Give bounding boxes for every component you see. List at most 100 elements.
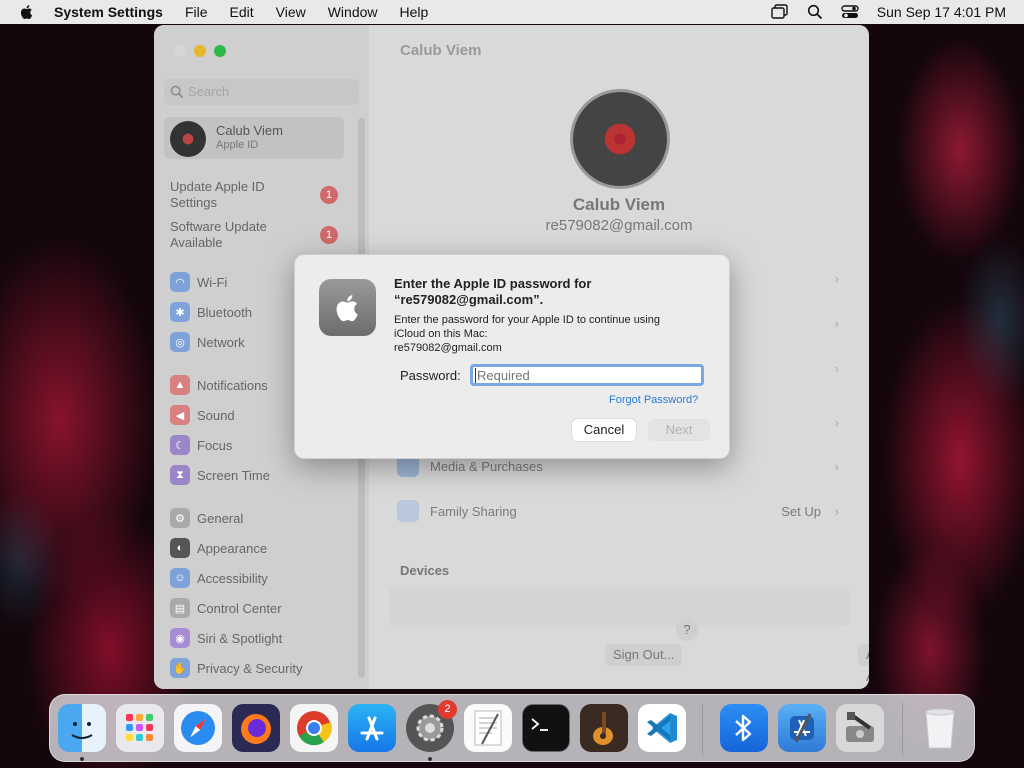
devices-heading: Devices (400, 563, 450, 578)
sidebar-item-general[interactable]: ⚙ General (170, 507, 243, 529)
search-input[interactable]: Search (164, 79, 359, 105)
running-indicator (428, 757, 432, 761)
profile-email: re579082@gmail.com (545, 217, 693, 234)
password-field[interactable] (470, 364, 704, 386)
apple-menu-icon[interactable] (18, 3, 36, 21)
sidebar-item-label: Bluetooth (197, 304, 252, 320)
hourglass-icon: ⧗ (170, 465, 190, 485)
sidebar-item-privacy-security[interactable]: ✋ Privacy & Security (170, 657, 302, 679)
sidebar-item-appearance[interactable]: ◐ Appearance (170, 537, 267, 559)
bluetooth-icon: ✱ (170, 302, 190, 322)
family-setup-label: Set Up (781, 503, 821, 519)
dialog-message-line: re579082@gmail.com (394, 342, 502, 354)
launchpad-icon[interactable] (116, 704, 164, 752)
sidebar-item-label: Sound (197, 407, 235, 423)
sidebar-item-label: Screen Time (197, 467, 270, 483)
sidebar-item-accessibility[interactable]: ☺ Accessibility (170, 567, 268, 589)
sidebar-item-label: Control Center (197, 600, 282, 616)
account-subtitle: Apple ID (216, 139, 259, 151)
moon-icon: ☾ (170, 435, 190, 455)
disk-utility-icon[interactable] (836, 704, 884, 752)
chevron-right-icon: › (834, 360, 839, 376)
bell-icon: ▲ (170, 375, 190, 395)
dialog-message: Enter the password for your Apple ID to … (394, 313, 714, 355)
password-dialog: Enter the Apple ID password for “re57908… (294, 254, 730, 459)
hand-icon: ✋ (170, 658, 190, 678)
next-button[interactable]: Next (648, 419, 710, 441)
family-sharing-row[interactable]: Family Sharing Set Up › (389, 490, 849, 532)
sidebar-item-screen-time[interactable]: ⧗ Screen Time (170, 464, 270, 486)
gear-icon: ⚙ (170, 508, 190, 528)
spotlight-search-icon[interactable] (807, 4, 823, 20)
chrome-icon[interactable] (290, 704, 338, 752)
sidebar-item-label: Network (197, 334, 245, 350)
sidebar-item-network[interactable]: ◎ Network (170, 331, 245, 353)
menu-bar: System Settings File Edit View Window He… (0, 0, 1024, 24)
about-privacy-button[interactable]: About Apple ID & Privacy... (858, 644, 869, 684)
minimize-button[interactable] (194, 45, 206, 57)
row-label: Media & Purchases (430, 458, 543, 474)
terminal-icon[interactable] (522, 704, 570, 752)
window-controls (174, 45, 226, 57)
sidebar-item-label: Notifications (197, 377, 268, 393)
siri-icon: ◉ (170, 628, 190, 648)
dock (49, 694, 975, 762)
forgot-password-link[interactable]: Forgot Password? (609, 394, 698, 406)
bluetooth-icon[interactable] (720, 704, 768, 752)
row-label: Family Sharing (430, 503, 517, 519)
menu-clock[interactable]: Sun Sep 17 4:01 PM (877, 4, 1006, 20)
software-update-item[interactable]: Software Update Available (170, 219, 300, 251)
firefox-icon[interactable] (232, 704, 280, 752)
profile-name: Calub Viem (572, 195, 666, 214)
sign-out-button[interactable]: Sign Out... (605, 644, 683, 666)
xcode-icon[interactable] (778, 704, 826, 752)
apple-logo-icon (319, 279, 376, 336)
dialog-message-line: iCloud on this Mac: (394, 328, 488, 340)
menu-help[interactable]: Help (400, 4, 429, 20)
search-placeholder: Search (188, 84, 230, 99)
text-caret (475, 368, 476, 383)
page-title: Calub Viem (400, 42, 482, 59)
safari-icon[interactable] (174, 704, 222, 752)
globe-icon: ◎ (170, 332, 190, 352)
app-store-icon[interactable] (348, 704, 396, 752)
garageband-icon[interactable] (580, 704, 628, 752)
screen-mirroring-icon[interactable] (771, 4, 789, 20)
sidebar-item-sound[interactable]: ◀ Sound (170, 404, 235, 426)
chevron-right-icon: › (834, 315, 839, 331)
sidebar-item-label: General (197, 510, 244, 526)
sidebar-item-siri-spotlight[interactable]: ◉ Siri & Spotlight (170, 627, 282, 649)
sidebar-item-label: Appearance (197, 540, 268, 556)
cancel-button[interactable]: Cancel (572, 419, 636, 441)
menu-file[interactable]: File (185, 4, 208, 20)
menu-view[interactable]: View (276, 4, 306, 20)
help-button[interactable]: ? (676, 619, 698, 641)
finder-icon[interactable] (58, 704, 106, 752)
zoom-button[interactable] (214, 45, 226, 57)
chevron-right-icon: › (834, 270, 839, 286)
trash-icon[interactable] (916, 704, 964, 752)
sidebar-item-wifi[interactable]: ◠ Wi-Fi (170, 271, 227, 293)
update-apple-id-item[interactable]: Update Apple ID Settings (170, 179, 300, 211)
vscode-icon[interactable] (638, 704, 686, 752)
profile-avatar[interactable] (570, 89, 670, 189)
chevron-right-icon: › (834, 414, 839, 430)
menu-app-name[interactable]: System Settings (54, 4, 163, 20)
control-center-icon[interactable] (841, 4, 859, 20)
sidebar-item-notifications[interactable]: ▲ Notifications (170, 374, 268, 396)
password-label: Password: (400, 368, 461, 383)
sidebar-item-bluetooth[interactable]: ✱ Bluetooth (170, 301, 252, 323)
menu-window[interactable]: Window (328, 4, 378, 20)
notification-badge: 2 (438, 700, 457, 719)
sidebar-item-label: Siri & Spotlight (197, 630, 283, 646)
sidebar-item-focus[interactable]: ☾ Focus (170, 434, 232, 456)
close-button[interactable] (174, 45, 186, 57)
software-update-badge: 1 (320, 226, 338, 244)
chevron-right-icon: › (834, 458, 839, 474)
sidebar-item-control-center[interactable]: ▤ Control Center (170, 597, 282, 619)
menu-edit[interactable]: Edit (230, 4, 254, 20)
textedit-icon[interactable] (464, 704, 512, 752)
sidebar-apple-id[interactable]: Calub Viem Apple ID (164, 117, 344, 159)
devices-list (389, 587, 849, 627)
dock-separator (702, 703, 703, 755)
